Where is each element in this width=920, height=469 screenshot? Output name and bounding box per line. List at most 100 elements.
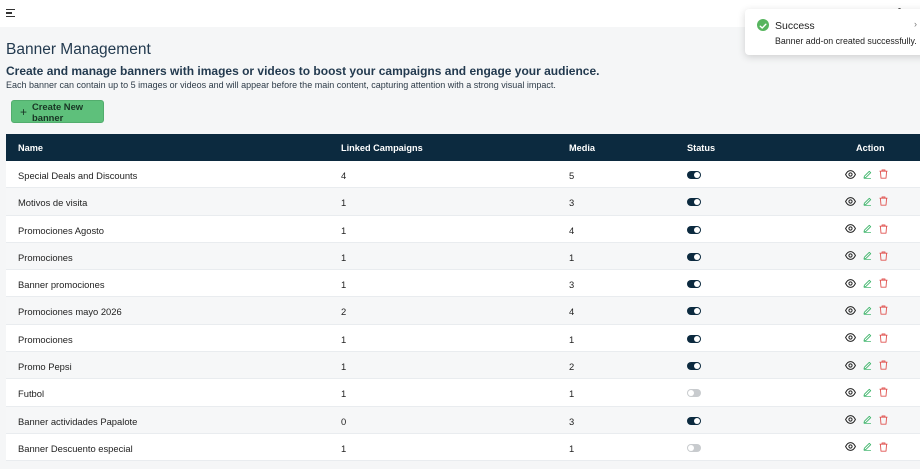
status-toggle[interactable]: [687, 252, 701, 261]
page-title: Banner Management: [6, 41, 151, 58]
toast-title: Success: [775, 20, 815, 32]
banner-name: Banner promociones: [18, 279, 105, 291]
trash-icon[interactable]: [879, 333, 888, 343]
column-header-action: Action: [856, 143, 885, 153]
status-toggle[interactable]: [687, 334, 701, 343]
pencil-icon[interactable]: [863, 415, 872, 424]
pencil-icon[interactable]: [863, 361, 872, 370]
trash-icon[interactable]: [879, 442, 888, 452]
status-toggle[interactable]: [687, 416, 701, 425]
eye-icon[interactable]: [845, 278, 856, 288]
eye-icon[interactable]: [845, 169, 856, 179]
row-actions: [845, 169, 888, 179]
linked-campaigns-count: 2: [341, 306, 347, 318]
row-actions: [845, 387, 888, 398]
success-toast: Success Banner add-on created successful…: [745, 9, 920, 55]
trash-icon[interactable]: [879, 387, 888, 398]
linked-campaigns-count: 1: [341, 361, 347, 373]
row-actions: [845, 196, 888, 206]
toast-message: Banner add-on created successfully.: [775, 36, 917, 46]
table-body: Special Deals and Discounts 4 5 Motivos de …: [6, 161, 920, 462]
media-count: 2: [569, 361, 575, 373]
row-actions: [845, 224, 888, 234]
pencil-icon[interactable]: [863, 388, 872, 397]
trash-icon[interactable]: [879, 278, 888, 288]
linked-campaigns-count: 4: [341, 170, 347, 181]
row-actions: [845, 333, 888, 343]
table-row: Banner actividades Papalote 0 3: [6, 406, 920, 434]
eye-icon[interactable]: [845, 360, 856, 370]
eye-icon[interactable]: [845, 415, 856, 425]
eye-icon[interactable]: [845, 333, 856, 343]
linked-campaigns-count: 1: [341, 333, 347, 345]
trash-icon[interactable]: [879, 196, 888, 206]
pencil-icon[interactable]: [863, 442, 872, 452]
row-actions: [845, 251, 888, 261]
table-row: Promociones mayo 2026 2 4: [6, 297, 920, 325]
table-row: Promociones 1 1: [6, 324, 920, 353]
eye-icon[interactable]: [845, 196, 856, 206]
trash-icon[interactable]: [879, 251, 888, 261]
close-icon[interactable]: ›: [914, 19, 917, 29]
row-actions: [845, 305, 888, 316]
linked-campaigns-count: 1: [341, 279, 347, 291]
table-row: Banner promociones 1 3: [6, 270, 920, 298]
status-toggle[interactable]: [687, 389, 701, 398]
trash-icon[interactable]: [879, 305, 888, 316]
eye-icon[interactable]: [845, 251, 856, 261]
page-description: Each banner can contain up to 5 images o…: [6, 80, 556, 90]
pencil-icon[interactable]: [863, 279, 872, 288]
media-count: 3: [569, 279, 575, 291]
row-actions: [845, 360, 888, 370]
column-header-linked-campaigns[interactable]: Linked Campaigns: [341, 143, 423, 153]
row-actions: [845, 415, 888, 425]
banner-table: Name Linked Campaigns Media Status Actio…: [6, 134, 920, 462]
status-toggle[interactable]: [687, 198, 701, 207]
media-count: 4: [569, 224, 575, 236]
trash-icon[interactable]: [879, 360, 888, 370]
hamburger-icon[interactable]: [6, 9, 15, 17]
banner-name: Promociones mayo 2026: [18, 306, 122, 318]
eye-icon[interactable]: [845, 224, 856, 233]
status-toggle[interactable]: [687, 443, 701, 452]
plus-icon: +: [20, 104, 28, 119]
create-banner-button[interactable]: + Create New banner: [11, 100, 104, 123]
column-header-media[interactable]: Media: [569, 143, 595, 153]
banner-name: Promo Pepsi: [18, 361, 72, 373]
trash-icon[interactable]: [879, 224, 888, 234]
pencil-icon[interactable]: [863, 251, 872, 261]
column-header-name[interactable]: Name: [18, 143, 43, 153]
status-toggle[interactable]: [687, 171, 701, 179]
media-count: 5: [569, 170, 575, 181]
table-header: Name Linked Campaigns Media Status Actio…: [6, 134, 920, 161]
status-toggle[interactable]: [687, 280, 701, 289]
pencil-icon[interactable]: [863, 306, 872, 315]
pencil-icon[interactable]: [863, 333, 872, 343]
media-count: 4: [569, 306, 575, 318]
pencil-icon[interactable]: [863, 197, 872, 206]
status-toggle[interactable]: [687, 307, 701, 316]
trash-icon[interactable]: [879, 415, 888, 425]
create-banner-label: Create New banner: [32, 100, 84, 123]
eye-icon[interactable]: [845, 387, 856, 397]
banner-name: Banner actividades Papalote: [18, 415, 138, 427]
linked-campaigns-count: 1: [341, 224, 347, 236]
eye-icon[interactable]: [845, 442, 856, 452]
table-row: Motivos de visita 1 3: [6, 188, 920, 216]
banner-name: Promociones: [18, 333, 73, 345]
table-row: Special Deals and Discounts 4 5: [6, 161, 920, 189]
pencil-icon[interactable]: [863, 170, 872, 179]
linked-campaigns-count: 1: [341, 251, 347, 263]
linked-campaigns-count: 0: [341, 415, 347, 427]
column-header-status[interactable]: Status: [687, 143, 715, 153]
banner-name: Promociones Agosto: [18, 224, 104, 236]
linked-campaigns-count: 1: [341, 442, 347, 454]
pencil-icon[interactable]: [863, 224, 872, 233]
table-row: Promo Pepsi 1 2: [6, 352, 920, 380]
trash-icon[interactable]: [879, 169, 888, 179]
eye-icon[interactable]: [845, 306, 856, 315]
row-actions: [845, 442, 888, 452]
status-toggle[interactable]: [687, 225, 701, 234]
status-toggle[interactable]: [687, 362, 701, 371]
table-row: Futbol 1 1: [6, 379, 920, 407]
